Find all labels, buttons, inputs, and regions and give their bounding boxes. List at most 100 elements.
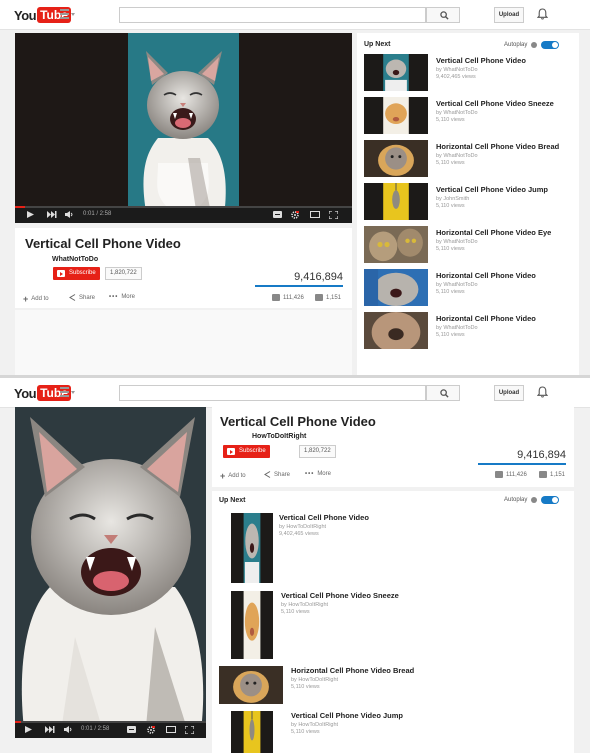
captions-icon[interactable]	[127, 726, 136, 733]
search-button[interactable]	[426, 385, 460, 401]
theater-mode-icon[interactable]	[310, 211, 320, 218]
notifications-bell-icon[interactable]	[537, 8, 548, 20]
fullscreen-icon[interactable]	[185, 726, 194, 734]
vertical-video-player[interactable]: 0:01 / 2:58	[15, 407, 206, 738]
video-thumbnail[interactable]	[364, 226, 428, 263]
video-thumbnail[interactable]	[364, 312, 428, 349]
video-title-link[interactable]: Vertical Cell Phone Video	[279, 513, 369, 522]
video-title-link[interactable]: Horizontal Cell Phone Video	[436, 314, 536, 323]
info-icon[interactable]	[531, 497, 538, 503]
more-button[interactable]: ••• More	[109, 294, 135, 300]
settings-gear-icon[interactable]	[147, 726, 155, 734]
like-button[interactable]: 111,426	[272, 294, 304, 301]
search-input[interactable]	[119, 7, 426, 23]
up-next-item[interactable]: Vertical Cell Phone Video by HowToDoItRig…	[212, 513, 574, 583]
view-count-text: 5,110 views	[436, 160, 465, 166]
progress-bar[interactable]	[15, 206, 352, 208]
like-button[interactable]: 111,426	[495, 471, 527, 478]
video-title-link[interactable]: Vertical Cell Phone Video Sneeze	[436, 99, 554, 108]
volume-icon[interactable]	[64, 726, 73, 733]
video-thumbnail[interactable]	[231, 513, 273, 583]
channel-byline: by WhatNotToDo	[436, 282, 478, 288]
video-thumbnail[interactable]	[364, 54, 428, 91]
fullscreen-icon[interactable]	[329, 211, 338, 219]
subscribe-button[interactable]: Subscribe	[53, 267, 100, 280]
dislike-button[interactable]: 1,151	[539, 471, 565, 478]
channel-name[interactable]: WhatNotToDo	[52, 256, 98, 263]
settings-gear-icon[interactable]	[291, 211, 299, 219]
more-label: More	[317, 471, 331, 477]
video-title-link[interactable]: Horizontal Cell Phone Video Bread	[291, 666, 414, 675]
subscribe-button[interactable]: Subscribe	[223, 445, 270, 458]
thumbs-up-icon[interactable]	[272, 294, 280, 301]
video-thumbnail[interactable]	[231, 711, 273, 753]
share-icon	[264, 471, 271, 478]
masthead: You Tube Upload	[0, 0, 590, 30]
up-next-item[interactable]: Horizontal Cell Phone Video Bread by HowT…	[212, 666, 574, 704]
video-info-card: Vertical Cell Phone Video WhatNotToDo Su…	[15, 228, 352, 308]
player-controls: 0:01 / 2:58	[15, 721, 206, 738]
captions-icon[interactable]	[273, 211, 282, 218]
video-thumbnail[interactable]	[364, 140, 428, 177]
video-title-link[interactable]: Horizontal Cell Phone Video	[436, 271, 536, 280]
thumbs-down-icon[interactable]	[315, 294, 323, 301]
add-to-button[interactable]: + Add to	[220, 471, 246, 481]
video-title-link[interactable]: Vertical Cell Phone Video Jump	[436, 185, 548, 194]
search-input[interactable]	[119, 385, 426, 401]
more-button[interactable]: ••• More	[305, 471, 331, 477]
thumbs-down-icon[interactable]	[539, 471, 547, 478]
up-next-item[interactable]: Vertical Cell Phone Video Sneeze by HowTo…	[212, 591, 574, 659]
guide-menu-icon[interactable]	[60, 9, 75, 21]
subscriber-count: 1,820,722	[105, 267, 142, 280]
player-controls: 0:01 / 2:58	[15, 206, 352, 223]
add-to-button[interactable]: + Add to	[23, 294, 49, 304]
video-title-link[interactable]: Horizontal Cell Phone Video Bread	[436, 142, 559, 151]
video-thumbnail[interactable]	[364, 269, 428, 306]
video-info-card: Vertical Cell Phone Video HowToDoItRight…	[212, 407, 574, 487]
video-thumbnail[interactable]	[364, 97, 428, 134]
up-next-item[interactable]: Horizontal Cell Phone Video by WhatNotToD…	[357, 269, 579, 306]
notifications-bell-icon[interactable]	[537, 386, 548, 398]
video-thumbnail[interactable]	[219, 666, 283, 704]
up-next-item[interactable]: Horizontal Cell Phone Video Bread by What…	[357, 140, 579, 177]
volume-icon[interactable]	[65, 211, 74, 218]
video-title-link[interactable]: Horizontal Cell Phone Video Eye	[436, 228, 551, 237]
play-icon[interactable]	[27, 211, 34, 218]
video-thumbnail[interactable]	[231, 591, 273, 659]
channel-name[interactable]: HowToDoItRight	[252, 433, 306, 440]
video-title-link[interactable]: Vertical Cell Phone Video Sneeze	[281, 591, 399, 600]
upload-button[interactable]: Upload	[494, 385, 524, 401]
masthead: You Tube Upload	[0, 378, 590, 408]
video-player[interactable]: 0:01 / 2:58	[15, 33, 352, 223]
thumbs-up-icon[interactable]	[495, 471, 503, 478]
autoplay-toggle[interactable]	[541, 496, 560, 504]
channel-byline: by WhatNotToDo	[436, 325, 478, 331]
share-button[interactable]: Share	[264, 471, 290, 478]
theater-mode-icon[interactable]	[166, 726, 176, 733]
video-title-link[interactable]: Vertical Cell Phone Video Jump	[291, 711, 403, 720]
up-next-item[interactable]: Horizontal Cell Phone Video Eye by WhatNo…	[357, 226, 579, 263]
next-icon[interactable]	[45, 726, 55, 733]
info-icon[interactable]	[531, 42, 538, 48]
next-icon[interactable]	[47, 211, 57, 218]
up-next-item[interactable]: Vertical Cell Phone Video by WhatNotToDo 9…	[357, 54, 579, 91]
video-thumbnail[interactable]	[364, 183, 428, 220]
video-title-link[interactable]: Vertical Cell Phone Video	[436, 56, 526, 65]
subscriber-count: 1,820,722	[299, 445, 336, 458]
up-next-item[interactable]: Vertical Cell Phone Video Jump by JohnSmi…	[357, 183, 579, 220]
channel-byline: by HowToDoItRight	[291, 722, 339, 728]
progress-bar[interactable]	[15, 721, 206, 723]
channel-byline: by WhatNotToDo	[436, 153, 478, 159]
share-button[interactable]: Share	[69, 294, 95, 301]
upload-button[interactable]: Upload	[494, 7, 524, 23]
autoplay-toggle[interactable]	[541, 41, 560, 49]
channel-byline: by WhatNotToDo	[436, 67, 478, 73]
up-next-item[interactable]: Horizontal Cell Phone Video by WhatNotToD…	[357, 312, 579, 349]
dislike-button[interactable]: 1,151	[315, 294, 341, 301]
up-next-item[interactable]: Vertical Cell Phone Video Jump by HowToDo…	[212, 711, 574, 753]
like-ratio-bar	[478, 463, 566, 465]
search-button[interactable]	[426, 7, 460, 23]
up-next-item[interactable]: Vertical Cell Phone Video Sneeze by WhatN…	[357, 97, 579, 134]
play-icon[interactable]	[25, 726, 32, 733]
guide-menu-icon[interactable]	[60, 387, 75, 399]
